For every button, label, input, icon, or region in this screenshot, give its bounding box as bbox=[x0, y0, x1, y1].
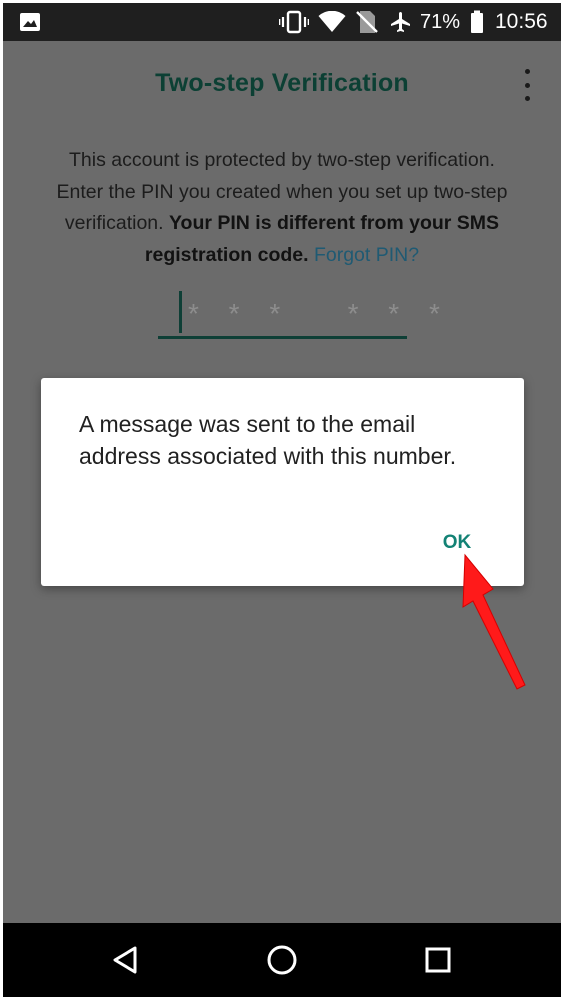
wifi-icon bbox=[317, 10, 347, 34]
battery-icon bbox=[468, 10, 486, 34]
annotation-arrow-icon bbox=[462, 553, 526, 690]
home-circle-icon[interactable] bbox=[262, 940, 302, 980]
info-bold-line-4: registration code. bbox=[144, 243, 309, 266]
forgot-pin-link[interactable]: Forgot PIN? bbox=[314, 244, 419, 266]
text-cursor bbox=[179, 291, 182, 333]
info-bold-line-3: Your PIN is different from your SMS bbox=[168, 212, 500, 234]
page-title: Two-step Verification bbox=[155, 69, 409, 97]
alert-dialog: A message was sent to the email address … bbox=[41, 378, 524, 586]
pin-placeholder: * * * * * * bbox=[188, 298, 451, 329]
airplane-mode-icon bbox=[387, 10, 415, 34]
status-bar: 71% 10:56 bbox=[3, 3, 561, 41]
clock: 10:56 bbox=[495, 10, 548, 33]
dialog-message: A message was sent to the email address … bbox=[79, 411, 457, 469]
battery-percent: 71% bbox=[420, 11, 461, 33]
more-vert-icon[interactable] bbox=[515, 69, 539, 101]
image-notification-icon bbox=[17, 10, 43, 34]
pin-input[interactable]: * * * * * * bbox=[158, 291, 440, 339]
navigation-bar bbox=[3, 923, 561, 997]
verification-info-text: This account is protected by two-step ve… bbox=[27, 145, 537, 271]
back-triangle-icon[interactable] bbox=[105, 940, 145, 980]
recents-square-icon[interactable] bbox=[418, 940, 458, 980]
info-line-2: Enter the PIN you created when you set u… bbox=[56, 180, 508, 203]
phone-screen: 71% 10:56 Two-step Verification This acc… bbox=[3, 3, 561, 997]
info-line-1: This account is protected by two-step ve… bbox=[69, 149, 495, 171]
info-line-3: verification. bbox=[64, 212, 169, 234]
vibrate-icon bbox=[279, 10, 309, 34]
no-sim-icon bbox=[354, 10, 380, 34]
